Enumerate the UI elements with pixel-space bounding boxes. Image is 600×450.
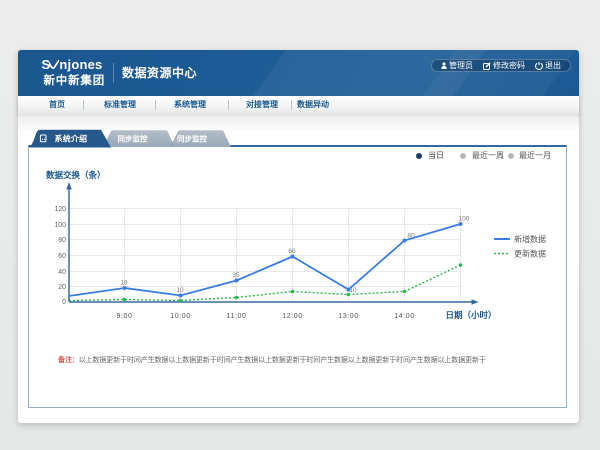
svg-text:10: 10: [176, 287, 184, 294]
svg-text:更新数据: 更新数据: [514, 249, 546, 259]
svg-text:9:00: 9:00: [116, 313, 132, 320]
svg-text:数据交换（条）: 数据交换（条）: [46, 170, 106, 180]
svg-text:13:00: 13:00: [338, 313, 359, 320]
svg-text:0: 0: [62, 299, 66, 306]
svg-text:同步监控: 同步监控: [118, 134, 148, 144]
svg-text:14:00: 14:00: [394, 313, 415, 320]
svg-text:80: 80: [58, 237, 66, 244]
svg-text:日期（小时）: 日期（小时）: [445, 310, 496, 320]
svg-text:35: 35: [232, 272, 240, 279]
svg-text:20: 20: [58, 284, 66, 291]
svg-text:120: 120: [54, 206, 66, 213]
svg-text:同步监控: 同步监控: [177, 134, 207, 144]
svg-text:10:00: 10:00: [170, 313, 191, 320]
svg-text:10: 10: [349, 287, 357, 294]
svg-text:100: 100: [459, 216, 470, 223]
svg-text:12:00: 12:00: [282, 313, 303, 320]
svg-text:系统介绍: 系统介绍: [55, 134, 88, 144]
svg-text:18: 18: [120, 280, 128, 287]
svg-text:100: 100: [54, 222, 66, 229]
svg-text:新增数据: 新增数据: [514, 234, 546, 244]
svg-text:80: 80: [407, 233, 415, 240]
svg-text:40: 40: [58, 269, 66, 276]
svg-text:60: 60: [288, 248, 296, 255]
svg-text:60: 60: [58, 253, 66, 260]
svg-text:11:00: 11:00: [227, 313, 247, 320]
